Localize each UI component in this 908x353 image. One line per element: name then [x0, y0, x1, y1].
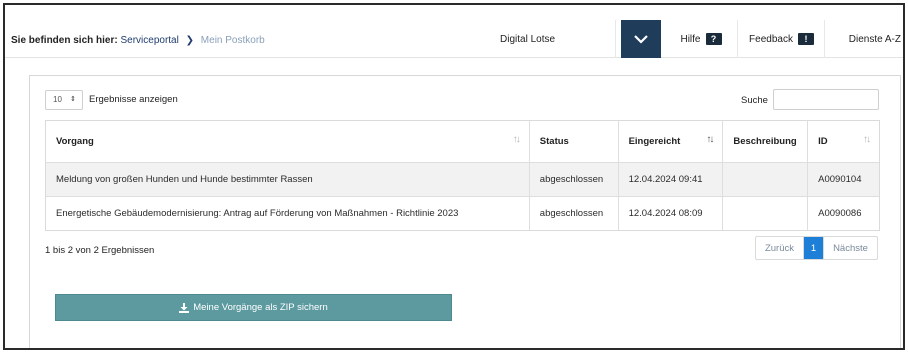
- nav-menu-toggle[interactable]: [621, 20, 661, 58]
- nav-hilfe[interactable]: Hilfe ?: [665, 20, 738, 58]
- cell-beschreibung: [722, 197, 807, 230]
- search-label: Suche: [741, 95, 768, 106]
- sort-updown-icon: ⇕: [70, 96, 76, 103]
- pagination-prev-button[interactable]: Zurück: [756, 237, 804, 259]
- zip-download-button[interactable]: Meine Vorgänge als ZIP sichern: [55, 294, 452, 321]
- column-header-status[interactable]: Status: [528, 121, 618, 162]
- nav-dienste-label: Dienste A-Z: [848, 33, 901, 45]
- cell-eingereicht: 12.04.2024 09:41: [617, 163, 723, 196]
- cell-status: abgeschlossen: [528, 197, 618, 230]
- cell-vorgang[interactable]: Meldung von großen Hunden und Hunde best…: [46, 163, 529, 196]
- cell-id: A0090104: [807, 163, 879, 196]
- cell-vorgang[interactable]: Energetische Gebäudemodernisierung: Antr…: [46, 197, 529, 230]
- nav-hilfe-label: Hilfe: [680, 33, 701, 45]
- nav-feedback[interactable]: Feedback !: [739, 20, 825, 58]
- column-header-beschreibung[interactable]: Beschreibung: [722, 121, 807, 162]
- page-length-value: 10: [53, 95, 62, 104]
- search-input[interactable]: [773, 89, 879, 110]
- page-length-label: Ergebnisse anzeigen: [89, 94, 178, 105]
- table-info: 1 bis 2 von 2 Ergebnissen: [45, 245, 155, 256]
- nav-feedback-label: Feedback: [749, 33, 793, 45]
- breadcrumb-separator: ❯: [185, 35, 195, 46]
- zip-download-label: Meine Vorgänge als ZIP sichern: [193, 302, 328, 313]
- nav-digital-lotse-label: Digital Lotse: [500, 33, 556, 45]
- pagination: Zurück 1 Nächste: [755, 236, 878, 260]
- sort-descending-icon: ↑↓: [706, 134, 714, 145]
- table-header-row: Vorgang ↑↓ Status Eingereicht ↑↓ Beschre…: [46, 121, 879, 162]
- table-row[interactable]: Meldung von großen Hunden und Hunde best…: [46, 162, 879, 196]
- cell-beschreibung: [722, 163, 807, 196]
- pagination-next-button[interactable]: Nächste: [823, 237, 877, 259]
- pagination-page-1[interactable]: 1: [804, 237, 823, 259]
- column-header-vorgang[interactable]: Vorgang ↑↓: [46, 121, 529, 162]
- nav-dienste-a-z[interactable]: Dienste A-Z: [826, 20, 903, 58]
- breadcrumb-link-serviceportal[interactable]: Serviceportal: [120, 35, 178, 46]
- breadcrumb-label: Sie befinden sich hier:: [11, 35, 118, 46]
- nav-digital-lotse[interactable]: Digital Lotse: [484, 20, 616, 58]
- sort-icon: ↑↓: [512, 134, 521, 145]
- column-header-id[interactable]: ID ↑↓: [807, 121, 879, 162]
- chevron-down-icon: [634, 34, 648, 44]
- cell-eingereicht: 12.04.2024 08:09: [617, 197, 723, 230]
- cell-status: abgeschlossen: [528, 163, 618, 196]
- sort-icon: ↑↓: [863, 134, 871, 145]
- column-header-eingereicht[interactable]: Eingereicht ↑↓: [617, 121, 723, 162]
- table-row[interactable]: Energetische Gebäudemodernisierung: Antr…: [46, 196, 879, 230]
- vorgaenge-table: Vorgang ↑↓ Status Eingereicht ↑↓ Beschre…: [45, 120, 880, 231]
- cell-id: A0090086: [807, 197, 879, 230]
- top-bar: Sie befinden sich hier: Serviceportal ❯ …: [5, 5, 903, 58]
- download-icon: [179, 302, 190, 313]
- help-icon: ?: [705, 33, 722, 45]
- breadcrumb-current: Mein Postkorb: [200, 35, 265, 46]
- feedback-icon: !: [797, 33, 814, 45]
- breadcrumb: Sie befinden sich hier: Serviceportal ❯ …: [11, 35, 265, 46]
- page-length-select[interactable]: 10 ⇕: [45, 90, 83, 110]
